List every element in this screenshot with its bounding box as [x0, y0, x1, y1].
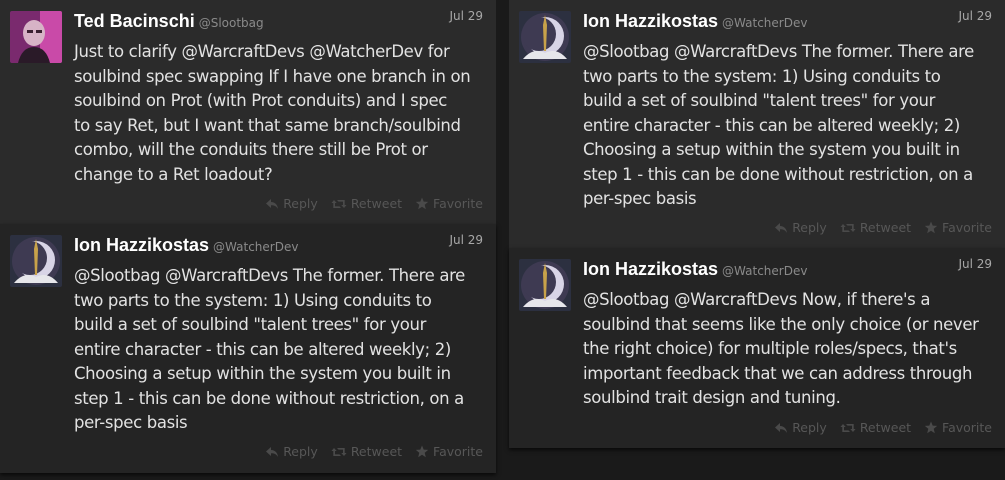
reply-label: Reply — [283, 196, 318, 211]
favorite-button[interactable]: Favorite — [924, 420, 992, 435]
retweet-button[interactable]: Retweet — [840, 220, 911, 235]
reply-label: Reply — [792, 220, 827, 235]
favorite-label: Favorite — [942, 220, 992, 235]
tweet-line: soulbind that seems like the only choice… — [583, 314, 979, 334]
moon-logo-icon — [519, 11, 571, 63]
retweet-label: Retweet — [350, 444, 403, 459]
tweet-date[interactable]: Jul 29 — [449, 233, 483, 247]
tweet-line: two parts to the system: 1) Using condui… — [74, 290, 432, 310]
tweet-1[interactable]: Ted Bacinschi @Slootbag Jul 29 Just to cl… — [0, 0, 496, 224]
tweet-4[interactable]: Ion Hazzikostas @WatcherDev Jul 29 @Sloot… — [509, 248, 1005, 448]
tweet-line: step 1 - this can be done without restri… — [74, 388, 464, 408]
tweet-author[interactable]: Ion Hazzikostas @WatcherDev — [583, 259, 807, 280]
tweet-line: soulbind trait design and tuning. — [583, 388, 841, 407]
tweet-line: Just to clarify @WarcraftDevs @WatcherDe… — [74, 42, 450, 61]
author-name[interactable]: Ion Hazzikostas — [583, 11, 718, 31]
reply-button[interactable]: Reply — [265, 196, 318, 211]
avatar[interactable] — [10, 235, 62, 287]
reply-label: Reply — [283, 444, 318, 459]
tweet-line: @Slootbag @WarcraftDevs The former. Ther… — [583, 42, 974, 61]
tweet-author[interactable]: Ted Bacinschi @Slootbag — [74, 11, 264, 32]
tweet-text: Just to clarify @WarcraftDevs @WatcherDe… — [74, 40, 486, 187]
star-icon — [924, 221, 938, 234]
avatar[interactable] — [10, 11, 62, 63]
tweet-line: per-spec basis — [74, 413, 188, 432]
retweet-label: Retweet — [859, 420, 912, 435]
favorite-label: Favorite — [433, 444, 483, 459]
moon-logo-icon — [10, 235, 62, 287]
tweet-line: change to a Ret loadout? — [74, 164, 273, 184]
retweet-button[interactable]: Retweet — [331, 196, 402, 211]
tweet-line: @Slootbag @WarcraftDevs The former. Ther… — [74, 266, 465, 285]
person-avatar-icon — [10, 11, 62, 63]
reply-button[interactable]: Reply — [774, 220, 827, 235]
tweet-line: Choosing a setup within the system you b… — [74, 364, 451, 383]
tweet-date[interactable]: Jul 29 — [958, 9, 992, 23]
tweet-line: entire character - this can be altered w… — [583, 115, 960, 135]
tweet-author[interactable]: Ion Hazzikostas @WatcherDev — [583, 11, 807, 32]
reply-icon — [774, 422, 788, 434]
retweet-button[interactable]: Retweet — [840, 420, 911, 435]
tweet-line: combo, will the conduits there still be … — [74, 140, 428, 159]
retweet-icon — [840, 222, 856, 234]
tweet-2[interactable]: Ion Hazzikostas @WatcherDev Jul 29 @Sloot… — [0, 224, 496, 473]
retweet-button[interactable]: Retweet — [331, 444, 402, 459]
tweet-date[interactable]: Jul 29 — [449, 9, 483, 23]
author-name[interactable]: Ted Bacinschi — [74, 11, 195, 31]
reply-icon — [265, 446, 279, 458]
tweet-line: two parts to the system: 1) Using condui… — [583, 66, 941, 86]
tweet-actions: Reply Retweet Favorite — [761, 420, 992, 435]
reply-icon — [265, 198, 279, 210]
tweet-line: to say Ret, but I want that same branch/… — [74, 115, 461, 135]
favorite-label: Favorite — [942, 420, 992, 435]
tweet-text: @Slootbag @WarcraftDevs The former. Ther… — [74, 264, 486, 436]
author-handle[interactable]: @WatcherDev — [213, 240, 298, 254]
tweet-line: per-spec basis — [583, 189, 697, 208]
tweet-line: @Slootbag @WarcraftDevs Now, if there's … — [583, 290, 931, 309]
tweet-author[interactable]: Ion Hazzikostas @WatcherDev — [74, 235, 298, 256]
retweet-label: Retweet — [350, 196, 403, 211]
tweet-3[interactable]: Ion Hazzikostas @WatcherDev Jul 29 @Sloot… — [509, 0, 1005, 248]
tweet-actions: Reply Retweet Favorite — [252, 196, 483, 211]
favorite-button[interactable]: Favorite — [415, 196, 483, 211]
author-handle[interactable]: @Slootbag — [199, 16, 264, 30]
tweet-actions: Reply Retweet Favorite — [252, 444, 483, 459]
tweet-line: important feedback that we can address t… — [583, 363, 973, 383]
star-icon — [415, 197, 429, 210]
reply-label: Reply — [792, 420, 827, 435]
tweet-date[interactable]: Jul 29 — [958, 257, 992, 271]
tweet-line: step 1 - this can be done without restri… — [583, 164, 973, 184]
retweet-icon — [840, 422, 856, 434]
moon-logo-icon — [519, 259, 571, 311]
tweet-text: @Slootbag @WarcraftDevs The former. Ther… — [583, 40, 995, 212]
reply-button[interactable]: Reply — [774, 420, 827, 435]
author-handle[interactable]: @WatcherDev — [722, 264, 807, 278]
avatar[interactable] — [519, 259, 571, 311]
favorite-button[interactable]: Favorite — [415, 444, 483, 459]
tweet-line: soulbind on Prot (with Prot conduits) an… — [74, 91, 448, 110]
favorite-button[interactable]: Favorite — [924, 220, 992, 235]
tweet-text: @Slootbag @WarcraftDevs Now, if there's … — [583, 288, 995, 411]
reply-icon — [774, 222, 788, 234]
star-icon — [415, 445, 429, 458]
tweet-line: the right choice) for multiple roles/spe… — [583, 339, 957, 358]
retweet-icon — [331, 198, 347, 210]
author-name[interactable]: Ion Hazzikostas — [583, 259, 718, 279]
tweet-line: entire character - this can be altered w… — [74, 339, 451, 359]
star-icon — [924, 421, 938, 434]
tweet-actions: Reply Retweet Favorite — [761, 220, 992, 235]
tweet-line: Choosing a setup within the system you b… — [583, 140, 960, 159]
author-handle[interactable]: @WatcherDev — [722, 16, 807, 30]
tweet-line: soulbind spec swapping If I have one bra… — [74, 66, 471, 86]
favorite-label: Favorite — [433, 196, 483, 211]
retweet-icon — [331, 446, 347, 458]
tweet-line: build a set of soulbind "talent trees" f… — [74, 315, 427, 334]
reply-button[interactable]: Reply — [265, 444, 318, 459]
author-name[interactable]: Ion Hazzikostas — [74, 235, 209, 255]
tweet-line: build a set of soulbind "talent trees" f… — [583, 91, 936, 110]
retweet-label: Retweet — [859, 220, 912, 235]
avatar[interactable] — [519, 11, 571, 63]
